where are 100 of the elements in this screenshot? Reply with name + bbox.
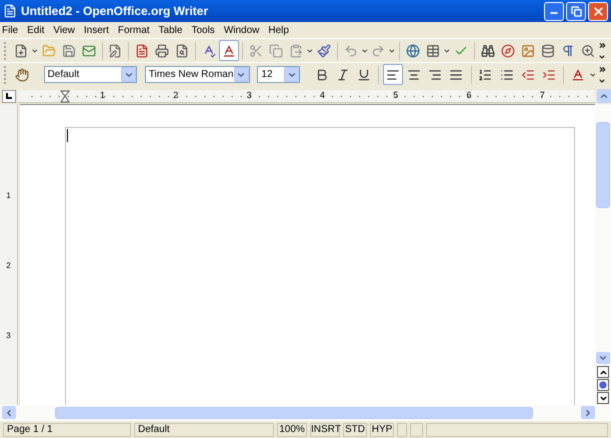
chevron-down-icon xyxy=(598,353,608,363)
new-document-icon xyxy=(14,44,28,58)
circle-icon xyxy=(599,381,607,389)
envelope-icon xyxy=(82,44,96,58)
undo-icon xyxy=(344,44,358,58)
chevron-right-icon xyxy=(583,408,593,418)
save-icon xyxy=(62,44,76,58)
previous-page-button[interactable] xyxy=(597,366,609,378)
italic-icon xyxy=(336,68,350,82)
window-title: Untitled2 - OpenOffice.org Writer xyxy=(21,3,208,20)
next-page-button[interactable] xyxy=(597,392,609,404)
restore-button[interactable] xyxy=(566,2,586,20)
indent-marker-icon[interactable] xyxy=(60,90,70,102)
left-tab-icon xyxy=(6,93,12,99)
ruler-number: 2 xyxy=(173,91,180,100)
pilcrow-icon xyxy=(560,44,575,58)
document-magnifier-icon xyxy=(175,44,190,58)
font-name-field[interactable]: Times New Roman xyxy=(144,66,250,83)
chevron-left-icon xyxy=(4,408,14,418)
folder-icon xyxy=(42,44,56,58)
menu-item[interactable]: File xyxy=(2,22,18,38)
align-left-button[interactable] xyxy=(383,64,404,85)
caret-icon[interactable] xyxy=(588,70,596,78)
caret-icon[interactable] xyxy=(388,46,396,54)
increase-indent-icon xyxy=(542,68,556,82)
navigation-button[interactable] xyxy=(597,379,609,391)
numbered-list-icon xyxy=(478,68,492,82)
double-down-icon xyxy=(598,394,608,402)
menu-item[interactable]: Table xyxy=(158,22,182,38)
ruler-number: 5 xyxy=(393,91,400,100)
status-field xyxy=(397,422,407,436)
clipboard-icon xyxy=(289,44,304,58)
toolbar-overflow-icon[interactable] xyxy=(598,40,607,60)
align-right-icon xyxy=(428,68,442,82)
dropdown-button[interactable] xyxy=(234,67,249,82)
menu-item[interactable]: Format xyxy=(118,22,150,38)
align-center-icon xyxy=(407,68,422,82)
scroll-up-button[interactable] xyxy=(597,89,611,103)
minimize-button[interactable] xyxy=(544,2,564,20)
menu-item[interactable]: Insert xyxy=(84,22,109,38)
scrollbar-thumb[interactable] xyxy=(55,406,533,418)
decrease-indent-icon xyxy=(520,68,535,82)
ruler-number: 1 xyxy=(6,192,11,200)
align-left-icon xyxy=(386,68,400,82)
status-field xyxy=(410,422,423,436)
chevron-up-icon xyxy=(599,91,609,101)
dropdown-button[interactable] xyxy=(284,67,300,82)
scrollbar-thumb[interactable] xyxy=(596,122,610,208)
status-field: HYP xyxy=(370,422,394,436)
status-field: 100% xyxy=(277,422,307,436)
caret-icon[interactable] xyxy=(442,46,451,54)
redo-icon xyxy=(371,44,386,58)
ruler-number: 3 xyxy=(6,332,11,340)
app-icon xyxy=(3,4,17,18)
ruler-number: 7 xyxy=(540,91,545,100)
ruler-number: 3 xyxy=(246,91,253,100)
menu-item[interactable]: Edit xyxy=(27,22,44,38)
close-button[interactable] xyxy=(588,2,608,20)
double-up-icon xyxy=(598,368,608,376)
paragraph-style-field[interactable]: Default xyxy=(44,66,138,83)
justify-icon xyxy=(449,68,464,82)
spellcheck-wave-icon xyxy=(222,44,236,58)
underline-icon xyxy=(357,68,372,82)
dropdown-button[interactable] xyxy=(121,67,136,82)
bold-icon xyxy=(315,68,330,82)
ruler-number: 2 xyxy=(6,262,11,270)
hand-icon xyxy=(14,68,29,82)
caret-icon[interactable] xyxy=(306,46,314,54)
database-icon xyxy=(540,44,555,58)
scroll-down-button[interactable] xyxy=(596,352,610,364)
copy-icon xyxy=(269,44,284,58)
font-size-field[interactable]: 12 xyxy=(257,66,300,83)
toolbar-overflow-icon[interactable] xyxy=(597,64,607,84)
document-icon xyxy=(135,44,150,58)
status-field: Page 1 / 1 xyxy=(3,422,131,436)
tab-type-button[interactable] xyxy=(2,90,16,102)
menu-item[interactable]: Help xyxy=(268,22,289,38)
autospellcheck-button[interactable] xyxy=(219,40,240,61)
compass-icon xyxy=(500,44,515,58)
scissors-icon xyxy=(249,44,264,58)
ruler-number: 4 xyxy=(320,91,326,100)
table-icon xyxy=(426,44,440,58)
menu-item[interactable]: View xyxy=(53,22,75,38)
menu-item[interactable]: Tools xyxy=(191,22,215,38)
status-field: STD xyxy=(343,422,367,436)
ruler-number: 6 xyxy=(466,91,472,100)
scroll-right-button[interactable] xyxy=(581,406,595,419)
text-cursor xyxy=(67,129,68,142)
zoom-icon xyxy=(580,44,595,58)
status-field: Default xyxy=(134,422,274,436)
restore-icon xyxy=(570,6,582,16)
binoculars-icon xyxy=(480,44,495,58)
globe-icon xyxy=(406,44,420,58)
status-field: INSRT xyxy=(310,422,340,436)
caret-icon[interactable] xyxy=(30,46,39,54)
ruler-number: 1 xyxy=(100,91,106,100)
scroll-left-button[interactable] xyxy=(2,406,16,419)
menu-item[interactable]: Window xyxy=(224,22,260,38)
paintbrush-icon xyxy=(316,44,331,58)
caret-icon[interactable] xyxy=(360,46,368,54)
